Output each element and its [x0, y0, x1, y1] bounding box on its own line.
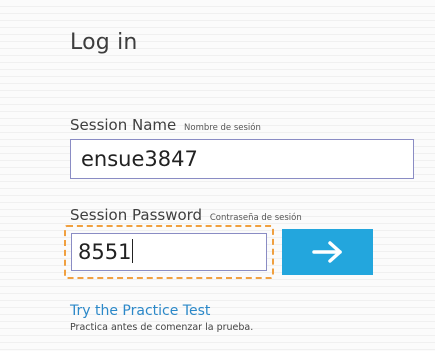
session-password-input[interactable]: 8551 [71, 233, 267, 271]
session-name-value: ensue3847 [81, 147, 198, 171]
session-name-label-text: Session Name [70, 116, 177, 134]
right-arrow-icon [311, 241, 342, 263]
session-password-label-spanish: Contraseña de sesión [209, 213, 302, 223]
text-caret [132, 239, 134, 263]
submit-button[interactable] [282, 229, 373, 275]
page-title: Log in [70, 30, 138, 55]
practice-test-link[interactable]: Try the Practice Test [70, 303, 210, 319]
password-focus-outline: 8551 [64, 225, 274, 279]
session-password-value: 8551 [78, 240, 132, 264]
session-password-label-text: Session Password [70, 206, 203, 224]
session-name-label: Session Name Nombre de sesión [70, 116, 261, 134]
session-name-label-spanish: Nombre de sesión [184, 123, 261, 133]
session-password-label: Session Password Contraseña de sesión [70, 206, 302, 224]
login-panel: Log in Session Name Nombre de sesión ens… [0, 0, 435, 351]
practice-test-note: Practica antes de comenzar la prueba. [70, 322, 254, 333]
session-name-input[interactable]: ensue3847 [70, 139, 414, 179]
